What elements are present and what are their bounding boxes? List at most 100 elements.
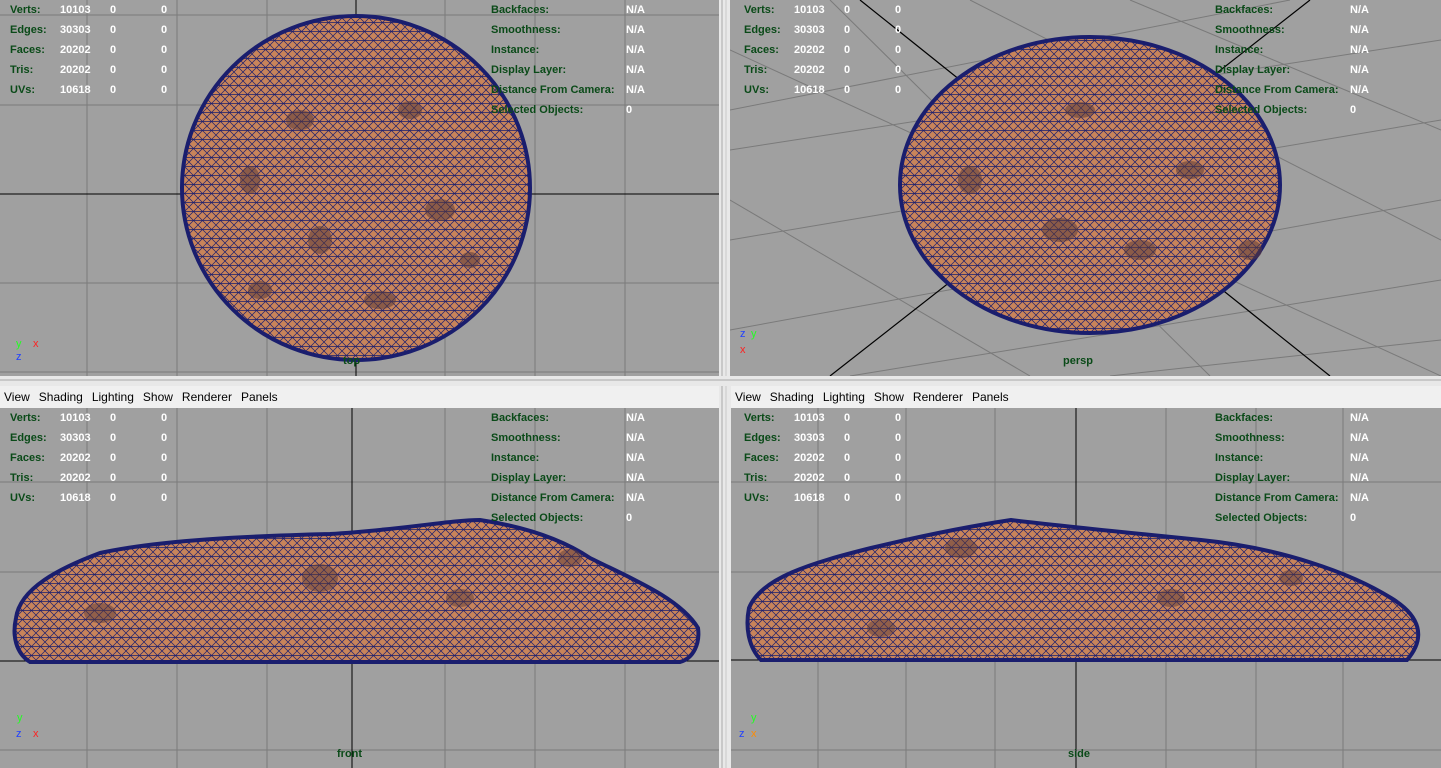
info-label: Smoothness: [491,24,561,36]
menu-shading[interactable]: Shading [770,390,814,404]
camera-name: top [343,355,361,367]
info-label: Display Layer: [1215,64,1291,76]
info-value: N/A [1350,64,1369,76]
menu-show[interactable]: Show [874,390,904,404]
stat-value: 0 [161,4,168,16]
stat-value: 0 [161,472,168,484]
stat-value: 0 [110,24,117,36]
svg-text:z: z [740,328,746,340]
stat-value: 0 [110,4,117,16]
viewport-top[interactable]: Verts: 10103 0 0 Edges: 30303 0 0 Faces: 20202 0… [0,0,719,376]
stat-label: Faces: [10,44,45,56]
panel-menubar: View Shading Lighting Show Renderer Pane… [0,386,719,408]
info-value: N/A [1350,472,1369,484]
stat-value: 0 [110,432,117,444]
stat-value: 0 [161,64,168,76]
axis-gizmo-icon: y z x [739,712,757,740]
stat-value: 10618 [794,84,825,96]
poly-count-hud: Verts: 10103 0 0 Edges: 30303 0 0 Faces: 20202 0… [10,408,190,508]
info-value: N/A [626,24,645,36]
menu-lighting[interactable]: Lighting [823,390,865,404]
stat-value: 0 [895,432,902,444]
stat-value: 0 [844,452,851,464]
stat-value: 20202 [60,64,91,76]
info-label: Distance From Camera: [491,492,615,504]
menu-panels[interactable]: Panels [241,390,278,404]
menu-view[interactable]: View [4,390,30,404]
menu-show[interactable]: Show [143,390,173,404]
stat-label: Edges: [744,24,781,36]
menu-renderer[interactable]: Renderer [182,390,232,404]
viewport-canvas[interactable]: Verts: 10103 0 0 Edges: 30303 0 0 Faces: 20202 0… [0,0,719,376]
poly-count-hud: Verts: 10103 0 0 Edges: 30303 0 0 Faces: 20202 0… [744,0,924,100]
stat-value: 20202 [60,472,91,484]
info-label: Selected Objects: [491,512,584,524]
info-value: N/A [626,452,645,464]
panel-menubar: View Shading Lighting Show Renderer Pane… [731,386,1441,408]
axis-gizmo-icon: y x z [16,338,39,363]
stat-value: 0 [844,412,851,424]
info-label: Backfaces: [491,4,550,16]
stat-value: 0 [844,64,851,76]
info-label: Instance: [1215,44,1264,56]
info-value: N/A [626,412,645,424]
stat-value: 10103 [794,4,825,16]
object-info-hud: Backfaces: N/A Smoothness: N/A Instance: N/… [1215,408,1415,528]
info-label: Instance: [491,452,540,464]
object-info-hud: Backfaces: N/A Smoothness: N/A Instance: N/… [1215,0,1415,120]
camera-name: front [337,748,363,760]
info-label: Smoothness: [491,432,561,444]
svg-text:x: x [33,728,39,740]
stat-label: Tris: [744,64,768,76]
camera-name: side [1068,748,1091,760]
menu-view[interactable]: View [735,390,761,404]
svg-text:x: x [33,338,39,350]
viewport-canvas[interactable]: Verts: 10103 0 0 Edges: 30303 0 0 Faces: 20202 0… [731,408,1441,768]
stat-value: 20202 [794,452,825,464]
stat-label: Tris: [744,472,768,484]
stat-label: Verts: [10,4,41,16]
stat-value: 0 [844,84,851,96]
stat-value: 10618 [794,492,825,504]
stat-value: 10103 [794,412,825,424]
stat-value: 0 [895,44,902,56]
camera-name: persp [1063,355,1093,367]
info-value: N/A [1350,432,1369,444]
stat-label: UVs: [10,492,36,504]
viewport-persp[interactable]: Verts: 10103 0 0 Edges: 30303 0 0 Faces: 20202 0… [730,0,1441,376]
pane-splitter-horizontal[interactable] [0,376,1441,386]
stat-value: 0 [844,472,851,484]
info-label: Backfaces: [491,412,550,424]
stat-value: 0 [110,84,117,96]
viewport-side[interactable]: View Shading Lighting Show Renderer Pane… [731,386,1441,768]
stat-value: 10103 [60,4,91,16]
menu-renderer[interactable]: Renderer [913,390,963,404]
info-label: Backfaces: [1215,4,1274,16]
menu-lighting[interactable]: Lighting [92,390,134,404]
viewport-front[interactable]: View Shading Lighting Show Renderer Pane… [0,386,719,768]
stat-label: Edges: [744,432,781,444]
svg-text:z: z [16,351,22,363]
stat-label: Faces: [744,44,779,56]
menu-shading[interactable]: Shading [39,390,83,404]
info-value: 0 [626,512,633,524]
svg-text:y: y [751,328,757,340]
stat-label: Faces: [10,452,45,464]
info-label: Smoothness: [1215,24,1285,36]
stat-value: 0 [844,432,851,444]
info-value: N/A [626,44,645,56]
svg-text:y: y [751,712,757,724]
viewport-canvas[interactable]: Verts: 10103 0 0 Edges: 30303 0 0 Faces: 20202 0… [730,0,1441,376]
poly-count-hud: Verts: 10103 0 0 Edges: 30303 0 0 Faces: 20202 0… [744,408,924,508]
stat-label: Faces: [744,452,779,464]
info-value: N/A [1350,84,1369,96]
viewport-canvas[interactable]: Verts: 10103 0 0 Edges: 30303 0 0 Faces: 20202 0… [0,408,719,768]
info-value: 0 [1350,512,1357,524]
stat-value: 0 [161,84,168,96]
svg-text:y: y [16,338,22,350]
menu-panels[interactable]: Panels [972,390,1009,404]
stat-value: 30303 [794,24,825,36]
info-label: Backfaces: [1215,412,1274,424]
info-label: Distance From Camera: [1215,492,1339,504]
stat-label: UVs: [744,84,770,96]
